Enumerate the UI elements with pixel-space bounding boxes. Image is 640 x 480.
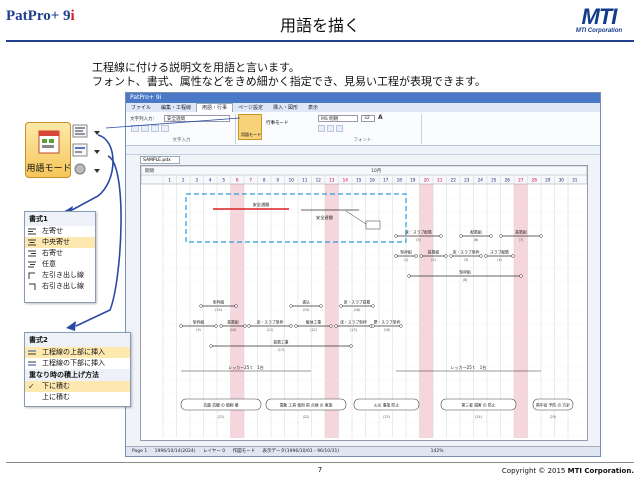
align-left-item[interactable]: 左寄せ (25, 226, 95, 237)
stack-method-title: 重なり時の積上げ方法 (25, 369, 130, 381)
format2-title: 書式2 (25, 333, 130, 347)
slide: PatPro+ 9i 用語を描く MTI MTI Corporation 工程線… (0, 0, 640, 480)
format1-title: 書式1 (25, 212, 95, 226)
insert-above-icon (28, 350, 36, 355)
format1-icon[interactable] (72, 124, 100, 138)
align-free-item[interactable]: 任意 (25, 259, 95, 270)
align-center-item[interactable]: 中央寄せ (25, 237, 95, 248)
left-leader-item[interactable]: 左引き出し線 (25, 270, 95, 281)
align-right-icon (28, 250, 36, 257)
align-left-icon (28, 228, 36, 235)
format2-dropdown: 書式2 工程線の上部に挿入 工程線の下部に挿入 重なり時の積上げ方法 ✓ 下に積む… (24, 332, 131, 407)
copyright: Copyright © 2015 MTI Corporation. (501, 467, 634, 475)
stack-above-item[interactable]: 上に積む (25, 392, 130, 403)
attribute-icon[interactable] (74, 163, 100, 175)
align-center-icon (28, 239, 36, 246)
callout-arrows (63, 117, 241, 331)
right-leader-item[interactable]: 右引き出し線 (25, 281, 95, 292)
align-right-item[interactable]: 右寄せ (25, 248, 95, 259)
stack-below-item[interactable]: ✓ 下に積む (25, 381, 130, 392)
footer-divider (6, 462, 634, 463)
insert-below-item[interactable]: 工程線の下部に挿入 (25, 358, 130, 369)
term-mode-icon (38, 130, 60, 154)
left-leader-icon (28, 272, 35, 279)
format2-icon[interactable] (72, 143, 100, 157)
term-mode-button[interactable]: 用語モード (25, 122, 72, 178)
format-icon-group (72, 124, 100, 175)
term-mode-label: 用語モード (26, 164, 72, 174)
format1-dropdown: 書式1 左寄せ 中央寄せ 右寄せ 任意 左引き出し線 右引き出し線 (24, 211, 96, 303)
align-free-icon (28, 261, 36, 268)
right-leader-icon (29, 283, 36, 290)
insert-above-item[interactable]: 工程線の上部に挿入 (25, 347, 130, 358)
insert-below-icon (28, 361, 36, 366)
check-icon: ✓ (28, 382, 35, 391)
